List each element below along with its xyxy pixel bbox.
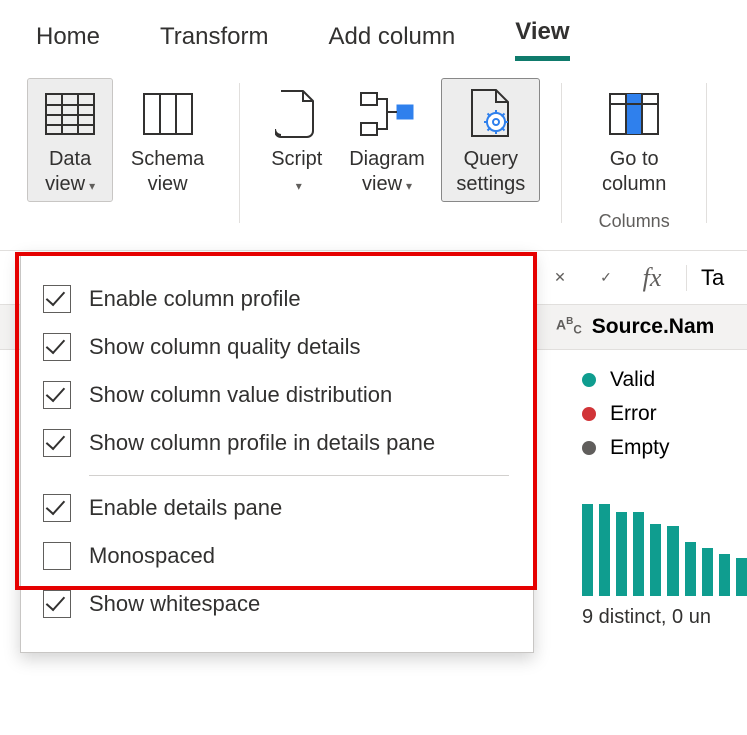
tab-view[interactable]: View — [515, 18, 569, 61]
schema-view-button[interactable]: Schema view — [118, 79, 217, 201]
checkbox-icon — [43, 590, 71, 618]
quality-valid: Valid — [582, 368, 737, 392]
checkbox-option[interactable]: Monospaced — [43, 532, 511, 580]
checkbox-label: Show column profile in details pane — [89, 430, 435, 456]
page-gear-icon — [468, 85, 514, 143]
ribbon-group-layout: Script▾ Diagram view▾ — [262, 79, 540, 201]
diagram-view-button[interactable]: Diagram view▾ — [338, 79, 437, 201]
checkbox-option[interactable]: Enable column profile — [43, 275, 511, 323]
formula-text[interactable]: Ta — [686, 265, 724, 291]
bar — [667, 526, 678, 596]
quality-empty: Empty — [582, 436, 737, 460]
text-type-icon: ABC — [556, 317, 582, 336]
ribbon-group-views: Data view▾ Schema view — [28, 79, 217, 201]
bar — [616, 512, 627, 596]
dot-icon — [582, 441, 596, 455]
checkbox-label: Enable column profile — [89, 286, 301, 312]
checkbox-option[interactable]: Show column profile in details pane — [43, 419, 511, 467]
goto-column-button[interactable]: Go to column — [584, 79, 684, 201]
checkbox-option[interactable]: Show column quality details — [43, 323, 511, 371]
fx-icon[interactable]: fx — [632, 258, 672, 298]
bar — [685, 542, 696, 596]
checkbox-icon — [43, 429, 71, 457]
diagram-icon — [359, 85, 415, 143]
chevron-down-icon: ▾ — [406, 179, 412, 193]
checkbox-icon — [43, 381, 71, 409]
checkbox-label: Monospaced — [89, 543, 215, 569]
bar — [633, 512, 644, 596]
bar — [736, 558, 747, 596]
checkbox-label: Show column quality details — [89, 334, 360, 360]
ribbon-tabs: Home Transform Add column View — [0, 0, 747, 61]
separator — [561, 83, 562, 223]
checkbox-icon — [43, 333, 71, 361]
ribbon: Data view▾ Schema view — [0, 61, 747, 251]
separator — [706, 83, 707, 223]
separator — [239, 83, 240, 223]
columns-icon — [143, 85, 193, 143]
checkbox-option[interactable]: Show column value distribution — [43, 371, 511, 419]
data-view-button[interactable]: Data view▾ — [28, 79, 112, 201]
cancel-formula-icon[interactable]: ✕ — [540, 258, 580, 298]
checkbox-option[interactable]: Enable details pane — [43, 484, 511, 532]
accept-formula-icon[interactable]: ✓ — [586, 258, 626, 298]
tab-transform[interactable]: Transform — [160, 23, 268, 61]
query-settings-button[interactable]: Query settings — [442, 79, 539, 201]
script-icon — [275, 85, 319, 143]
checkbox-icon — [43, 542, 71, 570]
dot-icon — [582, 373, 596, 387]
table-grid-icon — [45, 85, 95, 143]
quality-error: Error — [582, 402, 737, 426]
script-button[interactable]: Script▾ — [262, 79, 332, 201]
checkbox-label: Show column value distribution — [89, 382, 392, 408]
chevron-down-icon: ▾ — [296, 179, 302, 193]
checkbox-label: Enable details pane — [89, 495, 282, 521]
checkbox-icon — [43, 494, 71, 522]
checkbox-icon — [43, 285, 71, 313]
goto-column-icon — [609, 85, 659, 143]
data-view-dropdown: Enable column profile Show column quality… — [20, 252, 534, 653]
checkbox-label: Show whitespace — [89, 591, 260, 617]
dot-icon — [582, 407, 596, 421]
bar — [599, 504, 610, 596]
tab-add-column[interactable]: Add column — [329, 23, 456, 61]
separator — [89, 475, 509, 476]
ribbon-group-columns: Go to column Columns — [584, 79, 684, 232]
bar — [702, 548, 713, 596]
bar — [582, 504, 593, 596]
column-name: Source.Nam — [592, 315, 715, 339]
checkbox-option[interactable]: Show whitespace — [43, 580, 511, 628]
ribbon-group-label: Columns — [599, 211, 670, 232]
tab-home[interactable]: Home — [36, 23, 100, 61]
chevron-down-icon: ▾ — [89, 179, 95, 193]
bar — [719, 554, 730, 596]
bar — [650, 524, 661, 596]
